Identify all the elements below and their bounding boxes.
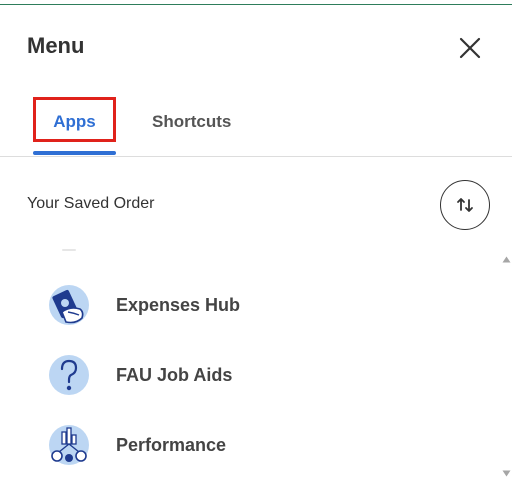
app-item-performance[interactable]: Performance <box>44 418 474 468</box>
close-icon <box>459 37 481 59</box>
app-item-label: FAU Job Aids <box>116 365 233 385</box>
tab-divider <box>0 156 512 157</box>
app-item-expenses-hub[interactable]: Expenses Hub <box>44 278 474 328</box>
sort-button[interactable] <box>440 180 490 230</box>
tab-apps-underline <box>33 151 116 155</box>
question-mark-icon <box>49 355 89 395</box>
menu-title: Menu <box>27 33 85 58</box>
scroll-down-arrow-icon[interactable] <box>502 470 511 477</box>
tab-shortcuts[interactable]: Shortcuts <box>152 111 231 133</box>
menu-panel: Menu Apps Shortcuts Your Saved Order Exp… <box>0 0 512 482</box>
app-item-label: Expenses Hub <box>116 295 241 315</box>
app-item-fau-job-aids[interactable]: FAU Job Aids <box>44 348 474 398</box>
scroll-up-arrow-icon[interactable] <box>502 256 511 263</box>
close-button[interactable] <box>456 34 484 62</box>
performance-chart-people-icon <box>49 425 89 465</box>
app-item-label: Performance <box>116 435 227 455</box>
apps-list: Expenses Hub FAU Job Aids Performance <box>0 268 500 482</box>
tab-apps[interactable]: Apps <box>33 97 116 142</box>
saved-order-heading: Your Saved Order <box>27 195 155 212</box>
expenses-hand-cash-icon <box>49 285 89 325</box>
scrollbar[interactable] <box>500 256 512 482</box>
top-divider <box>0 4 512 5</box>
sort-arrows-icon <box>457 198 473 212</box>
list-fade-edge <box>62 249 76 251</box>
